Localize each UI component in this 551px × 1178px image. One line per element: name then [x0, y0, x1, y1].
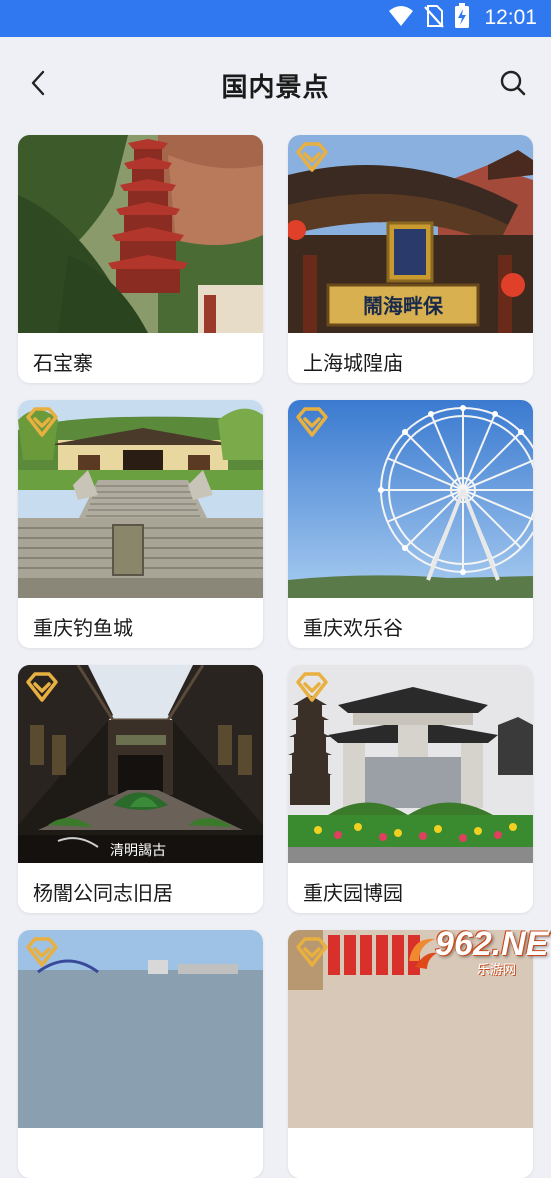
status-bar: 12:01 [0, 0, 551, 37]
attraction-name: 石宝寨 [33, 347, 93, 376]
attraction-card[interactable]: 重庆欢乐谷 [288, 400, 533, 648]
no-sim-icon [424, 4, 444, 32]
page-title: 国内景点 [0, 67, 551, 104]
watermark-subtitle: 乐游网 [477, 959, 516, 978]
status-time: 12:01 [484, 6, 537, 30]
search-icon [499, 69, 527, 97]
attraction-photo [288, 400, 533, 598]
favorite-badge-icon[interactable] [294, 406, 330, 438]
attraction-photo [18, 930, 263, 1128]
attraction-photo [18, 400, 263, 598]
header: 国内景点 [0, 37, 551, 133]
attraction-card[interactable]: 鬧海畔保 上海城隍庙 [288, 135, 533, 383]
search-button[interactable] [497, 67, 529, 99]
attraction-name: 杨闇公同志旧居 [33, 877, 173, 906]
attraction-card[interactable] [18, 930, 263, 1178]
favorite-badge-icon[interactable] [24, 936, 60, 968]
attraction-card[interactable]: 重庆钓鱼城 [18, 400, 263, 648]
attraction-card[interactable]: 重庆园博园 [288, 665, 533, 913]
courtyard-banner-text: 清明謁古 [110, 843, 166, 859]
status-icons: 12:01 [388, 6, 537, 30]
attraction-photo [288, 665, 533, 863]
favorite-badge-icon[interactable] [294, 141, 330, 173]
favorite-badge-icon[interactable] [294, 936, 330, 968]
attraction-photo [18, 135, 263, 333]
attraction-photo: 鬧海畔保 [288, 135, 533, 333]
attraction-name: 重庆欢乐谷 [303, 612, 403, 641]
attraction-name: 上海城隍庙 [303, 347, 403, 376]
temple-plaque-text: 鬧海畔保 [363, 294, 444, 318]
watermark-swirl-icon [405, 931, 439, 971]
favorite-badge-icon[interactable] [294, 671, 330, 703]
wifi-icon [388, 5, 414, 31]
favorite-badge-icon[interactable] [24, 406, 60, 438]
site-watermark: 962.NET 乐游网 [405, 927, 545, 975]
attraction-name: 重庆钓鱼城 [33, 612, 133, 641]
favorite-badge-icon[interactable] [24, 671, 60, 703]
attraction-name: 重庆园博园 [303, 877, 403, 906]
attraction-card[interactable]: 清明謁古 杨闇公同志旧居 [18, 665, 263, 913]
battery-charging-icon [454, 3, 470, 33]
attraction-card[interactable]: 石宝寨 [18, 135, 263, 383]
attraction-photo: 清明謁古 [18, 665, 263, 863]
